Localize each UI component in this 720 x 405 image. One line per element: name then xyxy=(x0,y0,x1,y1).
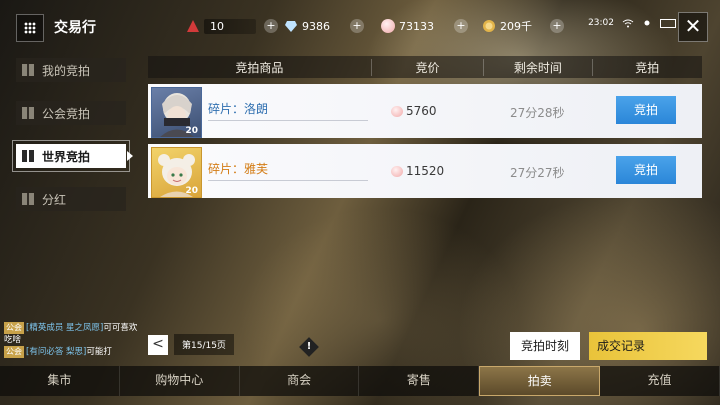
chat-sender: [有问必答 梨思] xyxy=(26,347,87,357)
item-level: 20 xyxy=(185,126,198,136)
tab-auction[interactable]: 拍卖 xyxy=(479,366,601,396)
chat-sender: [精英成员 星之凤愿] xyxy=(26,323,104,333)
brightness-icon xyxy=(644,20,650,26)
add-coin-button[interactable]: + xyxy=(550,19,564,33)
page-title: 交易行 xyxy=(54,20,96,36)
grid-icon xyxy=(24,22,36,34)
item-level: 20 xyxy=(185,186,198,196)
status-area: 23:02 xyxy=(588,18,676,28)
column-header-time: 剩余时间 xyxy=(484,58,593,76)
transaction-records-button[interactable]: 成交记录 xyxy=(589,332,707,360)
item-avatar[interactable]: 20 xyxy=(151,87,202,138)
page-indicator: 第15/15页 xyxy=(174,334,234,355)
bid-button[interactable]: 竞拍 xyxy=(616,156,676,184)
sidebar-item-my-auction[interactable]: 我的竞拍 xyxy=(16,58,126,82)
resource-peach: 73133 + xyxy=(381,17,468,35)
item-price: 11520 xyxy=(391,164,444,178)
auction-time-button[interactable]: 竞拍时刻 xyxy=(510,332,580,360)
coin-icon xyxy=(483,20,495,32)
sidebar-item-world-auction[interactable]: 世界竞拍 xyxy=(12,140,133,172)
resource-red-triangle: 10 + xyxy=(186,17,278,35)
tab-shopping-center[interactable]: 购物中心 xyxy=(120,366,240,396)
chat-line: 公会 [精英成员 星之凤愿]可可喜欢吃啥 xyxy=(4,322,144,346)
resource-diamond: 9386 + xyxy=(284,17,364,35)
gift-icon xyxy=(22,193,34,205)
divider xyxy=(208,120,368,121)
info-icon[interactable]: ! xyxy=(299,337,319,357)
close-button[interactable]: ✕ xyxy=(678,12,708,42)
auction-table: 竞拍商品 竞价 剩余时间 竞拍 20 碎片：洛朗 5760 27分28秒 竞拍 xyxy=(148,56,702,198)
tab-consignment[interactable]: 寄售 xyxy=(359,366,480,396)
wifi-icon xyxy=(622,19,634,27)
divider xyxy=(208,180,368,181)
add-diamond-button[interactable]: + xyxy=(350,19,364,33)
sidebar: 我的竞拍 公会竞拍 世界竞拍 分红 xyxy=(12,58,133,230)
tab-chamber-of-commerce[interactable]: 商会 xyxy=(240,366,360,396)
battery-icon xyxy=(660,18,676,28)
item-avatar[interactable]: 20 xyxy=(151,147,202,198)
sidebar-item-guild-auction[interactable]: 公会竞拍 xyxy=(16,101,126,125)
pager: < 第15/15页 xyxy=(148,334,234,355)
resource-coin: 209千 + xyxy=(482,17,564,35)
item-price: 5760 xyxy=(391,104,437,118)
bottom-nav: 集市 购物中心 商会 寄售 拍卖 充值 xyxy=(0,366,720,396)
diamond-icon xyxy=(285,21,297,32)
peach-icon xyxy=(381,19,395,33)
table-row: 20 碎片：洛朗 5760 27分28秒 竞拍 xyxy=(148,84,702,138)
active-arrow-icon xyxy=(127,151,133,161)
gift-icon xyxy=(22,107,34,119)
clock: 23:02 xyxy=(588,18,614,28)
top-bar: 交易行 10 + 9386 + 73133 + 209千 + 23:02 ✕ xyxy=(0,0,720,52)
chat-box[interactable]: 公会 [精英成员 星之凤愿]可可喜欢吃啥 公会 [有问必答 梨思]可能打 xyxy=(4,322,144,358)
chat-text: 可能打 xyxy=(86,347,112,357)
tab-recharge[interactable]: 充值 xyxy=(600,366,720,396)
remaining-time: 27分28秒 xyxy=(510,106,565,120)
chat-channel-tag: 公会 xyxy=(4,346,24,358)
sidebar-item-dividend[interactable]: 分红 xyxy=(16,187,126,211)
tab-market[interactable]: 集市 xyxy=(0,366,120,396)
close-icon: ✕ xyxy=(684,14,702,38)
column-header-price: 竞价 xyxy=(372,58,485,76)
peach-icon xyxy=(391,165,403,177)
chat-channel-tag: 公会 xyxy=(4,322,24,334)
prev-page-button[interactable]: < xyxy=(148,334,168,355)
column-header-bid: 竞拍 xyxy=(635,60,660,75)
column-header-item: 竞拍商品 xyxy=(148,58,372,76)
gift-icon xyxy=(22,64,34,76)
menu-button[interactable] xyxy=(16,14,44,42)
add-red-triangle-button[interactable]: + xyxy=(264,19,278,33)
add-peach-button[interactable]: + xyxy=(454,19,468,33)
table-header: 竞拍商品 竞价 剩余时间 竞拍 xyxy=(148,56,702,78)
table-row: 20 碎片：雅芙 11520 27分27秒 竞拍 xyxy=(148,144,702,198)
red-triangle-icon xyxy=(187,20,199,32)
bid-button[interactable]: 竞拍 xyxy=(616,96,676,124)
peach-icon xyxy=(391,105,403,117)
item-name: 碎片：洛朗 xyxy=(208,102,269,116)
chat-line: 公会 [有问必答 梨思]可能打 xyxy=(4,346,144,358)
remaining-time: 27分27秒 xyxy=(510,166,565,180)
gift-icon xyxy=(22,150,34,162)
item-name: 碎片：雅芙 xyxy=(208,162,269,176)
